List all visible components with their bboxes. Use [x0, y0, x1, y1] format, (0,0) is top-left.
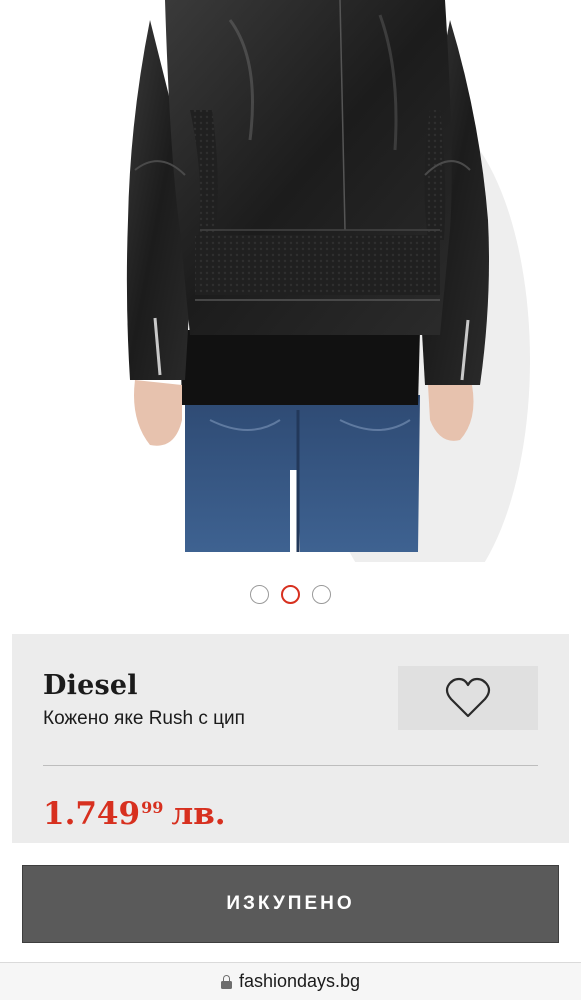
lock-icon [220, 974, 232, 989]
sold-out-button[interactable]: ИЗКУПЕНО [22, 865, 559, 943]
carousel-dot[interactable] [281, 585, 300, 604]
product-info-card: Diesel Кожено яке Rush с цип 1.749 99 лв… [12, 634, 569, 843]
heart-outline-icon [445, 677, 491, 718]
jacket-illustration [126, 0, 530, 562]
product-price: 1.749 99 лв. [43, 794, 226, 834]
url-text[interactable]: fashiondays.bg [239, 971, 360, 992]
price-integer: 1.749 [43, 796, 141, 832]
product-brand[interactable]: Diesel [43, 670, 138, 701]
wishlist-button[interactable] [398, 666, 538, 730]
card-divider [43, 765, 538, 766]
product-name: Кожено яке Rush с цип [43, 708, 245, 729]
browser-address-bar[interactable]: fashiondays.bg [0, 962, 581, 1000]
product-photo[interactable] [0, 0, 581, 562]
price-decimals: 99 [141, 798, 164, 817]
carousel-indicator [0, 585, 581, 605]
carousel-dot[interactable] [312, 585, 331, 604]
carousel-dot[interactable] [250, 585, 269, 604]
price-currency: лв. [171, 796, 226, 832]
